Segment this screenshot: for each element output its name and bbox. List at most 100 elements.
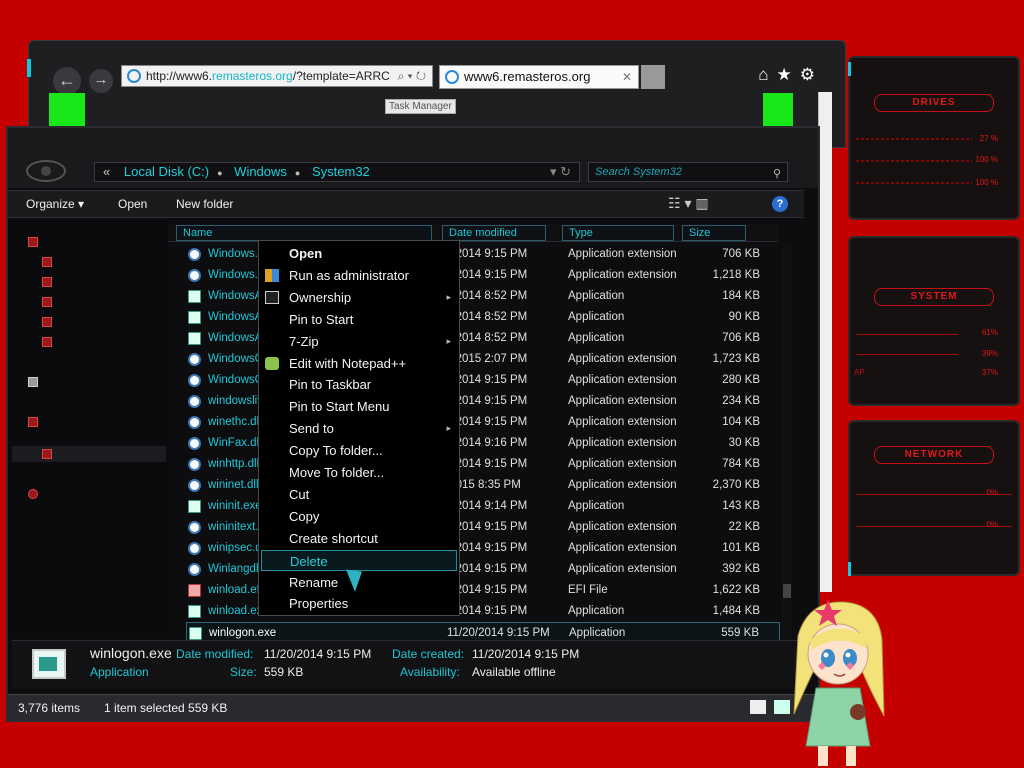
column-size[interactable]: Size bbox=[682, 225, 746, 241]
file-type: Application bbox=[568, 332, 625, 344]
breadcrumb-item-local-disk[interactable]: Local Disk (C:) bbox=[124, 164, 209, 179]
nav-item-downloads[interactable] bbox=[42, 276, 58, 290]
menu-item-send-to[interactable]: Send to ▸ bbox=[261, 418, 457, 439]
organize-button[interactable]: Organize ▾ bbox=[26, 197, 84, 211]
nav-item-local-disk-selected[interactable] bbox=[12, 446, 166, 462]
search-icon[interactable]: ⚲ bbox=[773, 165, 781, 183]
close-icon[interactable]: ✕ bbox=[622, 66, 632, 88]
widget-accent bbox=[848, 562, 851, 576]
dll-file-icon bbox=[188, 416, 201, 429]
back-button[interactable]: ← bbox=[53, 67, 81, 95]
file-row[interactable]: winlogon.exe 11/20/2014 9:15 PM Applicatio… bbox=[186, 622, 780, 640]
drive-value: 100 % bbox=[975, 178, 998, 187]
nav-item-shortcut[interactable] bbox=[42, 316, 58, 330]
menu-item-label: Properties bbox=[289, 596, 349, 612]
date-modified-value: 11/20/2014 9:15 PM bbox=[264, 647, 372, 661]
view-options-icon[interactable]: ☷ ▾ ▥ bbox=[668, 195, 709, 212]
selection-info: 1 item selected 559 KB bbox=[104, 701, 228, 715]
dll-file-icon bbox=[188, 521, 201, 534]
menu-item-label: Rename bbox=[289, 574, 339, 590]
breadcrumb-lead: « bbox=[103, 164, 111, 179]
nav-item-network[interactable] bbox=[28, 488, 44, 502]
menu-item-cut[interactable]: Cut bbox=[261, 484, 457, 505]
nav-item-this-pc[interactable] bbox=[28, 416, 44, 430]
file-type: Application extension bbox=[568, 353, 677, 365]
nav-item-desktop[interactable] bbox=[42, 256, 58, 270]
details-pane: winlogon.exe Application Date modified: … bbox=[12, 640, 798, 688]
vertical-scrollbar[interactable] bbox=[782, 244, 792, 640]
breadcrumb-separator: ● bbox=[294, 168, 301, 178]
new-tab-button[interactable] bbox=[641, 65, 665, 89]
column-name[interactable]: Name bbox=[176, 225, 432, 241]
dll-file-icon bbox=[188, 458, 201, 471]
breadcrumb[interactable]: « Local Disk (C:) ● Windows ● System32 ▾ ↻ bbox=[94, 162, 580, 182]
ie-icon bbox=[445, 70, 459, 84]
browser-tab[interactable]: www6.remasteros.org ✕ bbox=[439, 65, 639, 89]
menu-item-7-zip[interactable]: 7-Zip ▸ bbox=[261, 331, 457, 352]
nav-item-local-disk[interactable] bbox=[42, 448, 58, 462]
date-modified-label: Date modified: bbox=[176, 647, 254, 661]
menu-item-label: Pin to Taskbar bbox=[289, 377, 372, 393]
column-type[interactable]: Type bbox=[562, 225, 674, 241]
menu-item-pin-to-taskbar[interactable]: Pin to Taskbar bbox=[261, 374, 457, 395]
new-folder-button[interactable]: New folder bbox=[176, 197, 233, 211]
network-widget: NETWORK 0% 0% bbox=[848, 420, 1020, 576]
network-title: NETWORK bbox=[874, 446, 994, 464]
forward-button[interactable]: → bbox=[89, 69, 113, 93]
file-type: Application extension bbox=[568, 437, 677, 449]
menu-item-open[interactable]: Open bbox=[261, 243, 457, 264]
navigation-pane bbox=[8, 220, 168, 638]
file-type: Application bbox=[568, 605, 625, 617]
details-view-icon[interactable] bbox=[750, 700, 766, 714]
menu-item-copy[interactable]: Copy bbox=[261, 506, 457, 527]
download-value: 0% bbox=[986, 520, 998, 529]
menu-item-label: Send to bbox=[289, 421, 334, 437]
menu-item-edit-with-notepad[interactable]: Edit with Notepad++ bbox=[261, 353, 457, 374]
file-size: 22 KB bbox=[728, 521, 760, 533]
menu-item-ownership[interactable]: Ownership ▸ bbox=[261, 287, 457, 308]
cpu-value: 61% bbox=[981, 328, 998, 337]
menu-item-copy-to-folder[interactable]: Copy To folder... bbox=[261, 440, 457, 461]
menu-item-move-to-folder[interactable]: Move To folder... bbox=[261, 462, 457, 483]
availability-value: Available offline bbox=[472, 665, 556, 679]
menu-item-label: Delete bbox=[290, 553, 328, 569]
item-count: 3,776 items bbox=[18, 701, 81, 715]
nav-item-favorites[interactable] bbox=[28, 236, 44, 250]
menu-item-pin-to-start-menu[interactable]: Pin to Start Menu bbox=[261, 396, 457, 417]
breadcrumb-controls[interactable]: ▾ ↻ bbox=[550, 163, 571, 181]
open-button[interactable]: Open bbox=[118, 197, 147, 211]
help-icon[interactable]: ? bbox=[772, 196, 788, 212]
file-size: 30 KB bbox=[728, 437, 760, 449]
breadcrumb-item-system32[interactable]: System32 bbox=[312, 164, 370, 179]
search-input[interactable]: Search System32 ⚲ bbox=[588, 162, 788, 182]
command-bar: Organize ▾ Open New folder ☷ ▾ ▥ ? bbox=[8, 190, 804, 218]
file-size: 392 KB bbox=[722, 563, 760, 575]
file-name: wininet.dll bbox=[208, 479, 259, 491]
address-controls[interactable]: ⌕ ▾ ↻ bbox=[397, 66, 426, 86]
nav-item-homegroup[interactable] bbox=[28, 376, 44, 390]
size-value: 559 KB bbox=[264, 665, 304, 679]
application-icon bbox=[188, 605, 201, 618]
browser-scrollbar[interactable] bbox=[818, 92, 832, 592]
menu-item-pin-to-start[interactable]: Pin to Start bbox=[261, 309, 457, 330]
file-type: Application extension bbox=[568, 374, 677, 386]
menu-item-run-as-administrator[interactable]: Run as administrator bbox=[261, 265, 457, 286]
application-icon bbox=[188, 311, 201, 324]
nav-item-recent[interactable] bbox=[42, 296, 58, 310]
submenu-arrow-icon: ▸ bbox=[446, 335, 451, 346]
address-bar[interactable]: http://www6.remasteros.org/?template=ARR… bbox=[121, 65, 433, 87]
drive-value: 27 % bbox=[979, 134, 998, 143]
nav-item-shortcut[interactable] bbox=[42, 336, 58, 350]
file-type: Application extension bbox=[568, 563, 677, 575]
breadcrumb-item-windows[interactable]: Windows bbox=[234, 164, 287, 179]
file-type: Application extension bbox=[568, 458, 677, 470]
shield-icon bbox=[265, 268, 279, 282]
menu-item-create-shortcut[interactable]: Create shortcut bbox=[261, 528, 457, 549]
swap-label: AP bbox=[854, 368, 865, 377]
widget-accent bbox=[848, 62, 851, 76]
column-date-modified[interactable]: Date modified bbox=[442, 225, 546, 241]
file-name: wininit.exe bbox=[208, 500, 262, 512]
browser-tools[interactable]: ⌂★⚙ bbox=[758, 65, 823, 85]
submenu-arrow-icon: ▸ bbox=[446, 291, 451, 302]
menu-item-properties[interactable]: Properties bbox=[261, 593, 457, 614]
